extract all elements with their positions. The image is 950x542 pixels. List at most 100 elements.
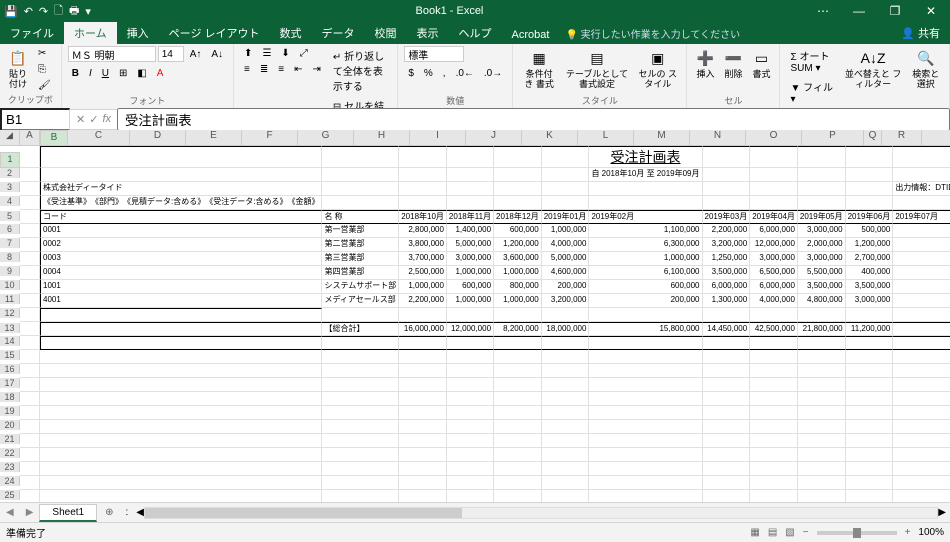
cell[interactable] <box>750 420 798 434</box>
cell[interactable] <box>20 238 40 252</box>
indent-increase-button[interactable]: ⇥ <box>309 62 325 77</box>
cell[interactable] <box>589 336 702 350</box>
tab-acrobat[interactable]: Acrobat <box>502 26 560 44</box>
cell[interactable]: 800,000 <box>494 280 542 294</box>
cell[interactable]: 600,000 <box>494 224 542 238</box>
cell[interactable] <box>750 168 798 182</box>
cell[interactable] <box>20 448 40 462</box>
row-header[interactable]: 7 <box>0 238 20 248</box>
cell[interactable] <box>846 182 894 196</box>
cell[interactable] <box>20 308 40 322</box>
fill-color-button[interactable]: ◧ <box>133 66 150 81</box>
page-break-view-button[interactable]: ▧ <box>781 527 798 538</box>
ribbon-options-icon[interactable]: ⋯ <box>808 4 838 18</box>
cell[interactable] <box>322 462 399 476</box>
cell[interactable] <box>494 350 542 364</box>
cell[interactable] <box>399 406 447 420</box>
autosum-button[interactable]: Σ オート SUM ▾ <box>786 46 837 76</box>
cell[interactable] <box>703 420 751 434</box>
align-middle-button[interactable]: ☰ <box>258 46 275 61</box>
cell[interactable] <box>399 182 447 196</box>
normal-view-button[interactable]: ▦ <box>746 527 763 538</box>
row-header[interactable]: 6 <box>0 224 20 234</box>
cell[interactable]: 第一営業部 <box>322 224 399 238</box>
cell[interactable]: 16,000,000 <box>399 322 447 336</box>
cell[interactable]: 3,700,000 <box>399 252 447 266</box>
cell[interactable] <box>447 392 494 406</box>
cell[interactable] <box>703 378 751 392</box>
cell[interactable] <box>893 196 950 210</box>
select-all-button[interactable]: ◢ <box>0 130 20 145</box>
cell[interactable] <box>447 364 494 378</box>
cell[interactable] <box>20 224 40 238</box>
col-header[interactable]: P <box>802 130 864 145</box>
cell[interactable]: 0004 <box>40 266 322 280</box>
cell[interactable] <box>447 182 494 196</box>
cell[interactable] <box>494 420 542 434</box>
row-header[interactable]: 9 <box>0 266 20 276</box>
cell[interactable] <box>750 308 798 322</box>
cell[interactable] <box>20 490 40 502</box>
cell[interactable] <box>399 434 447 448</box>
cell-styles-button[interactable]: ▣セルの スタイル <box>635 46 681 92</box>
cell[interactable] <box>589 448 702 462</box>
cell[interactable]: 2,200,000 <box>399 294 447 308</box>
cell[interactable] <box>703 196 751 210</box>
cell[interactable] <box>893 448 950 462</box>
cell[interactable] <box>40 322 322 336</box>
cell[interactable]: システムサポート部 <box>322 280 399 294</box>
cell[interactable] <box>542 406 590 420</box>
cell[interactable] <box>846 364 894 378</box>
currency-button[interactable]: $ <box>404 66 418 81</box>
cell[interactable] <box>893 490 950 502</box>
cell[interactable]: メディアセールス部 <box>322 294 399 308</box>
cell[interactable] <box>893 406 950 420</box>
cell[interactable] <box>20 378 40 392</box>
cell[interactable] <box>798 406 846 420</box>
cell[interactable] <box>494 392 542 406</box>
cell[interactable]: 1,300,000 <box>703 294 751 308</box>
row-header[interactable]: 11 <box>0 294 20 304</box>
cell[interactable]: 2,200,000 <box>703 224 751 238</box>
cell[interactable] <box>846 490 894 502</box>
cell[interactable]: 3,500,000 <box>703 266 751 280</box>
undo-icon[interactable]: ↶ <box>24 5 33 18</box>
col-header[interactable]: O <box>746 130 802 145</box>
cell[interactable] <box>40 448 322 462</box>
cell[interactable] <box>542 308 590 322</box>
cell[interactable]: 6,000,000 <box>893 238 950 252</box>
cell[interactable] <box>322 182 399 196</box>
name-box[interactable] <box>0 108 70 131</box>
zoom-level[interactable]: 100% <box>918 527 944 538</box>
row-header[interactable]: 14 <box>0 336 20 346</box>
cell[interactable]: 3,200,000 <box>542 294 590 308</box>
cell[interactable] <box>542 420 590 434</box>
cell[interactable] <box>846 146 894 168</box>
cell[interactable] <box>589 182 702 196</box>
cell[interactable] <box>399 462 447 476</box>
cell[interactable] <box>20 146 40 168</box>
cell[interactable] <box>798 392 846 406</box>
maximize-button[interactable]: ❐ <box>880 4 910 18</box>
cell[interactable] <box>798 364 846 378</box>
cell[interactable]: 4,600,000 <box>542 266 590 280</box>
cell[interactable]: 8,200,000 <box>494 322 542 336</box>
cell[interactable]: 3,000,000 <box>447 252 494 266</box>
cell[interactable]: 第四営業部 <box>322 266 399 280</box>
cell[interactable]: 1,000,000 <box>494 294 542 308</box>
cell[interactable] <box>542 448 590 462</box>
tab-insert[interactable]: 挿入 <box>117 22 159 44</box>
cell[interactable]: 400,000 <box>846 266 894 280</box>
cell[interactable]: 11,200,000 <box>846 322 894 336</box>
cell[interactable] <box>846 448 894 462</box>
cell[interactable] <box>20 406 40 420</box>
decrease-decimal-button[interactable]: .0→ <box>480 66 506 81</box>
col-header[interactable]: C <box>68 130 130 145</box>
cell[interactable]: 8,000,000 <box>893 224 950 238</box>
row-header[interactable]: 10 <box>0 280 20 290</box>
cell[interactable] <box>798 490 846 502</box>
cell[interactable] <box>846 434 894 448</box>
cell[interactable]: 3,500,000 <box>798 280 846 294</box>
cell[interactable]: 2019年02月 <box>589 210 702 224</box>
cell[interactable] <box>399 350 447 364</box>
